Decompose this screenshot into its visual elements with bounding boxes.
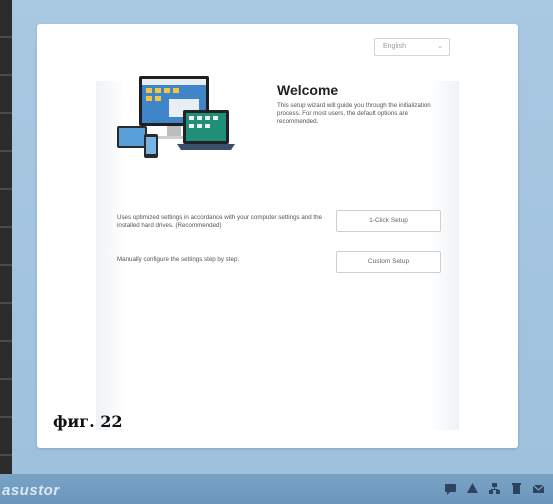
language-select[interactable]: English ⌄: [374, 38, 450, 56]
welcome-description: This setup wizard will guide you through…: [277, 102, 431, 125]
one-click-setup-button[interactable]: 1-Click Setup: [336, 210, 441, 232]
cloud-icon[interactable]: [466, 482, 479, 495]
chat-icon[interactable]: [444, 482, 457, 495]
devices-illustration: [117, 76, 235, 158]
chevron-down-icon: ⌄: [437, 43, 443, 50]
network-icon[interactable]: [488, 482, 501, 495]
custom-setup-description: Manually configure the settings step by …: [117, 256, 240, 263]
taskbar-icons: [444, 482, 545, 495]
language-value: English: [383, 43, 406, 50]
custom-setup-button[interactable]: Custom Setup: [336, 251, 441, 273]
one-click-description: Uses optimized settings in accordance wi…: [117, 214, 322, 229]
welcome-title: Welcome: [277, 82, 339, 98]
trash-icon[interactable]: [510, 482, 523, 495]
left-dark-strip: [0, 0, 12, 474]
setup-wizard-window: English ⌄ Welcome This setup wizard will…: [37, 24, 518, 448]
taskbar: asustor: [0, 474, 553, 504]
figure-caption: фиг. 22: [53, 412, 123, 431]
asustor-logo: asustor: [2, 482, 60, 499]
mail-icon[interactable]: [532, 482, 545, 495]
